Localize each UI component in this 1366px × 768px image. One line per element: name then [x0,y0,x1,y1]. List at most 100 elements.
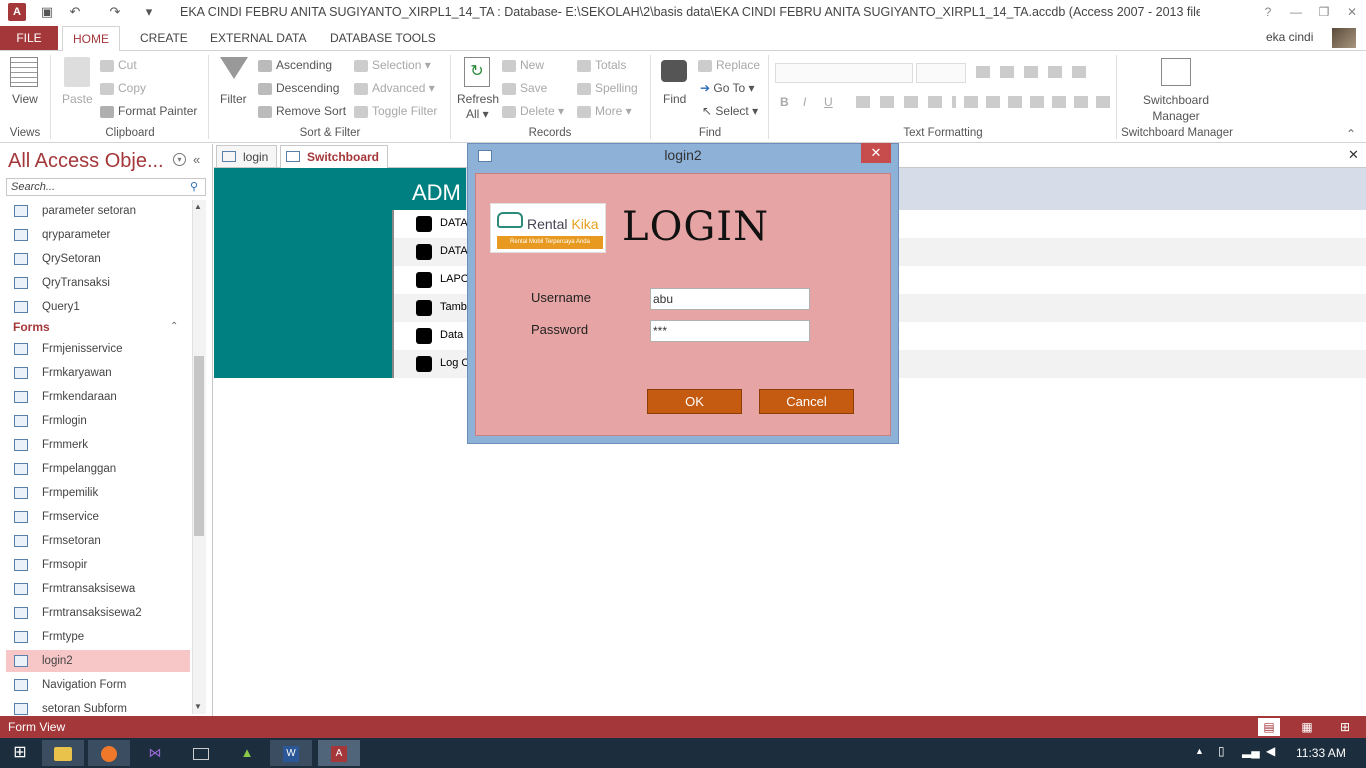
search-icon[interactable]: ⚲ [190,180,198,193]
cut-button[interactable]: Cut [118,58,137,72]
select-button[interactable]: Select [715,104,748,118]
tab-file[interactable]: FILE [0,26,58,50]
format-painter-button[interactable]: Format Painter [118,104,197,118]
close-window-button[interactable]: ✕ [1338,0,1366,24]
close-document-icon[interactable]: ✕ [1348,147,1359,163]
refresh-button[interactable]: Refresh [457,92,499,106]
password-field[interactable]: *** [650,320,810,342]
totals-button[interactable]: Totals [595,58,626,72]
view-icon[interactable] [10,57,38,87]
ok-button[interactable]: OK [647,389,742,414]
nav-item-form[interactable]: Frmkaryawan [14,362,190,384]
nav-scroll-thumb[interactable] [194,356,204,536]
device-icon[interactable]: ▯ [1218,744,1225,758]
volume-icon[interactable]: ◀ [1266,744,1275,758]
redo-icon[interactable]: ↷ [104,2,126,22]
nav-item-form[interactable]: Frmservice [14,506,190,528]
nav-item-form[interactable]: Frmsetoran [14,530,190,552]
taskbar-clock[interactable]: 11:33 AM [1296,746,1346,760]
collapse-section-icon[interactable]: ⌃ [170,321,178,332]
delete-button[interactable]: Delete [520,104,555,118]
minimize-button[interactable]: — [1282,0,1310,24]
browser-icon[interactable] [88,740,130,766]
nav-item-form[interactable]: Frmlogin [14,410,190,432]
username-field[interactable]: abu [650,288,810,310]
switchboard-item-button[interactable] [416,356,432,372]
tray-expand-icon[interactable]: ▲ [1195,746,1204,756]
bold-button[interactable]: B [780,95,789,109]
filter-icon[interactable] [220,57,248,79]
restore-button[interactable]: ❐ [1310,0,1338,24]
replace-button[interactable]: Replace [716,58,760,72]
customize-quick-access-icon[interactable]: ▾ [138,2,160,22]
app-window-icon[interactable] [180,740,222,766]
nav-item-query[interactable]: qryparameter [14,224,190,246]
tab-database-tools[interactable]: DATABASE TOOLS [320,26,446,50]
italic-button[interactable]: I [803,95,806,109]
underline-button[interactable]: U [824,95,833,109]
scroll-down-icon[interactable]: ▼ [194,702,202,711]
nav-item-form[interactable]: Navigation Form [14,674,190,696]
nav-item-form[interactable]: Frmtransaksisewa2 [14,602,190,624]
scroll-up-icon[interactable]: ▲ [194,202,202,211]
font-color-icon[interactable] [856,96,956,108]
remove-sort-button[interactable]: Remove Sort [276,104,346,118]
toggle-filter-button[interactable]: Toggle Filter [372,104,437,118]
filter-button[interactable]: Filter [220,92,247,106]
forms-section-header[interactable]: Forms [13,320,50,334]
nav-pane-title[interactable]: All Access Obje... [8,150,164,173]
nav-item-form[interactable]: login2 [6,650,190,672]
new-record-button[interactable]: New [520,58,544,72]
tab-home[interactable]: HOME [62,26,120,51]
alignment-icon[interactable] [964,96,1110,108]
nav-item-query[interactable]: Query1 [14,296,190,318]
nav-item-query[interactable]: parameter setoran [14,200,190,222]
word-icon[interactable]: W [270,740,312,766]
cancel-button[interactable]: Cancel [759,389,854,414]
datasheet-view-icon[interactable]: ▦ [1296,718,1318,736]
goto-button[interactable]: Go To [713,81,745,95]
font-name-select[interactable] [775,63,913,83]
selection-button[interactable]: Selection [372,58,421,72]
search-input[interactable]: Search... [6,178,206,196]
collapse-nav-icon[interactable]: « [193,152,200,167]
paste-icon[interactable] [64,57,90,87]
access-taskbar-icon[interactable]: A [318,740,360,766]
file-explorer-icon[interactable] [42,740,84,766]
form-view-icon[interactable]: ▤ [1258,718,1280,736]
help-icon[interactable]: ? [1254,0,1282,24]
android-icon[interactable]: ▲ [226,740,268,766]
save-record-button[interactable]: Save [520,81,547,95]
nav-menu-icon[interactable]: ▾ [173,153,186,166]
nav-item-form[interactable]: Frmkendaraan [14,386,190,408]
nav-item-form[interactable]: Frmpelanggan [14,458,190,480]
view-button[interactable]: View [12,92,38,106]
switchboard-item-button[interactable] [416,216,432,232]
windows-start-icon[interactable]: ⊞ [0,740,40,766]
visual-studio-icon[interactable]: ⋈ [134,740,176,766]
avatar[interactable] [1332,28,1356,48]
nav-item-form[interactable]: Frmjenisservice [14,338,190,360]
access-app-icon[interactable]: A [8,3,26,21]
undo-icon[interactable]: ↶ [64,2,86,22]
descending-button[interactable]: Descending [276,81,339,95]
switchboard-manager-icon[interactable] [1161,58,1191,86]
doc-tab-login[interactable]: login [216,145,278,167]
nav-item-form[interactable]: Frmmerk [14,434,190,456]
dialog-close-button[interactable]: ✕ [861,143,891,163]
ascending-button[interactable]: Ascending [276,58,332,72]
copy-button[interactable]: Copy [118,81,146,95]
paste-button[interactable]: Paste [62,92,93,106]
list-format-icon[interactable] [976,66,1096,78]
tab-create[interactable]: CREATE [130,26,198,50]
switchboard-item-button[interactable] [416,244,432,260]
advanced-button[interactable]: Advanced [372,81,425,95]
nav-item-form[interactable]: Frmtype [14,626,190,648]
switchboard-item-button[interactable] [416,300,432,316]
spelling-button[interactable]: Spelling [595,81,638,95]
switchboard-manager-button[interactable]: Switchboard Manager [1130,92,1222,124]
font-size-select[interactable] [916,63,966,83]
binoculars-icon[interactable] [661,60,687,82]
refresh-icon[interactable]: ↻ [464,57,490,87]
nav-item-form[interactable]: Frmsopir [14,554,190,576]
